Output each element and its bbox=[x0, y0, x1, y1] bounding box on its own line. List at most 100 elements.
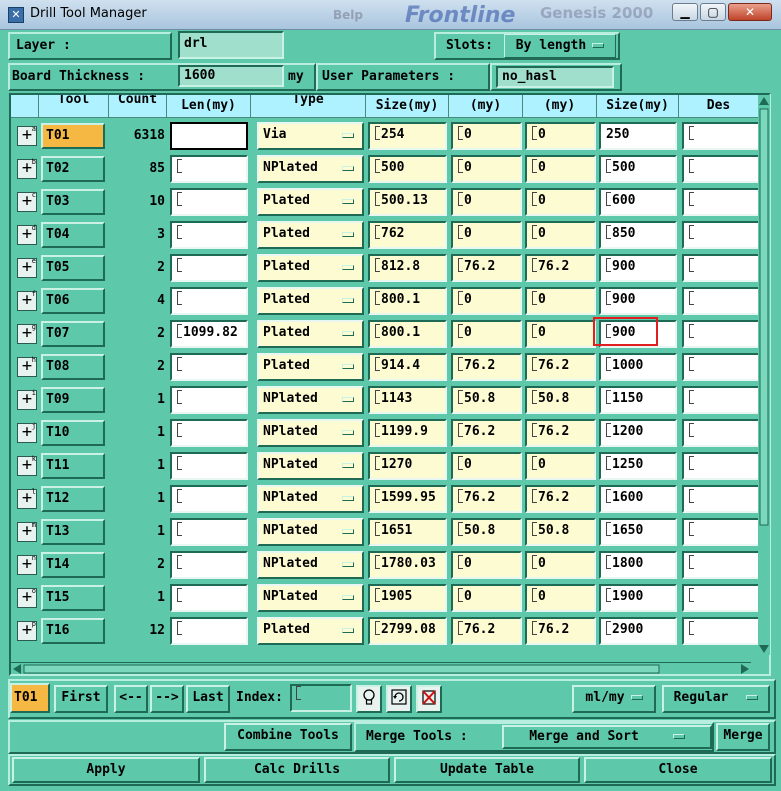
tol-minus-input[interactable]: 76.2 bbox=[525, 419, 596, 447]
des-input[interactable] bbox=[682, 518, 762, 546]
calc-drills-button[interactable]: Calc Drills bbox=[204, 757, 390, 783]
des-input[interactable] bbox=[682, 584, 762, 612]
finish-size-input[interactable]: 1200 bbox=[599, 419, 677, 447]
tol-plus-input[interactable]: 76.2 bbox=[451, 419, 522, 447]
finish-size-input[interactable]: 1800 bbox=[599, 551, 677, 579]
horizontal-scrollbar[interactable] bbox=[11, 662, 751, 674]
size-input[interactable]: 1199.9 bbox=[368, 419, 447, 447]
finish-size-input[interactable]: 1650 bbox=[599, 518, 677, 546]
tol-minus-input[interactable]: 0 bbox=[525, 155, 596, 183]
finish-size-input[interactable]: 1250 bbox=[599, 452, 677, 480]
size-input[interactable]: 1143 bbox=[368, 386, 447, 414]
des-input[interactable] bbox=[682, 551, 762, 579]
tol-minus-input[interactable]: 76.2 bbox=[525, 353, 596, 381]
tool-button[interactable]: T12 bbox=[41, 486, 105, 512]
size-input[interactable]: 1270 bbox=[368, 452, 447, 480]
tol-plus-input[interactable]: 0 bbox=[451, 551, 522, 579]
tool-button[interactable]: T16 bbox=[41, 618, 105, 644]
tol-plus-input[interactable]: 0 bbox=[451, 155, 522, 183]
tool-button[interactable]: T11 bbox=[41, 453, 105, 479]
finish-size-input[interactable]: 1150 bbox=[599, 386, 677, 414]
len-input[interactable]: 1099.82 bbox=[170, 320, 248, 348]
tool-button[interactable]: T10 bbox=[41, 420, 105, 446]
tol-plus-input[interactable]: 76.2 bbox=[451, 254, 522, 282]
size-input[interactable]: 1780.03 bbox=[368, 551, 447, 579]
mode-dropdown[interactable]: Regular bbox=[662, 685, 770, 713]
expand-icon[interactable]: + n bbox=[17, 554, 37, 575]
expand-icon[interactable]: + a bbox=[17, 125, 37, 146]
len-input[interactable] bbox=[170, 155, 248, 183]
tol-minus-input[interactable]: 76.2 bbox=[525, 254, 596, 282]
len-input[interactable] bbox=[170, 122, 248, 150]
des-input[interactable] bbox=[682, 155, 762, 183]
len-input[interactable] bbox=[170, 551, 248, 579]
type-dropdown[interactable]: NPlated bbox=[257, 584, 364, 612]
tol-plus-input[interactable]: 0 bbox=[451, 452, 522, 480]
type-dropdown[interactable]: Via bbox=[257, 122, 364, 150]
minimize-button[interactable]: ▁ bbox=[672, 3, 698, 21]
type-dropdown[interactable]: Plated bbox=[257, 188, 364, 216]
des-input[interactable] bbox=[682, 386, 762, 414]
size-input[interactable]: 1599.95 bbox=[368, 485, 447, 513]
des-input[interactable] bbox=[682, 221, 762, 249]
type-dropdown[interactable]: NPlated bbox=[257, 386, 364, 414]
tol-plus-input[interactable]: 76.2 bbox=[451, 353, 522, 381]
len-input[interactable] bbox=[170, 518, 248, 546]
expand-icon[interactable]: + b bbox=[17, 158, 37, 179]
refresh-icon[interactable] bbox=[386, 685, 412, 713]
tool-button[interactable]: T08 bbox=[41, 354, 105, 380]
delete-icon[interactable] bbox=[416, 685, 442, 713]
finish-size-input[interactable]: 900 bbox=[599, 320, 677, 348]
len-input[interactable] bbox=[170, 353, 248, 381]
tol-minus-input[interactable]: 50.8 bbox=[525, 386, 596, 414]
tool-button[interactable]: T15 bbox=[41, 585, 105, 611]
des-input[interactable] bbox=[682, 320, 762, 348]
expand-icon[interactable]: + e bbox=[17, 257, 37, 278]
prev-button[interactable]: <-- bbox=[114, 685, 148, 713]
bulb-icon[interactable] bbox=[356, 685, 382, 713]
user-params-field[interactable]: no_hasl bbox=[496, 66, 614, 88]
len-input[interactable] bbox=[170, 485, 248, 513]
des-input[interactable] bbox=[682, 419, 762, 447]
layer-field[interactable]: drl bbox=[178, 31, 284, 59]
size-input[interactable]: 1905 bbox=[368, 584, 447, 612]
apply-button[interactable]: Apply bbox=[12, 757, 200, 783]
des-input[interactable] bbox=[682, 617, 762, 645]
des-input[interactable] bbox=[682, 353, 762, 381]
index-field[interactable] bbox=[290, 684, 352, 712]
len-input[interactable] bbox=[170, 386, 248, 414]
tol-minus-input[interactable]: 76.2 bbox=[525, 617, 596, 645]
size-input[interactable]: 914.4 bbox=[368, 353, 447, 381]
expand-icon[interactable]: + i bbox=[17, 389, 37, 410]
len-input[interactable] bbox=[170, 419, 248, 447]
tol-minus-input[interactable]: 0 bbox=[525, 188, 596, 216]
tol-minus-input[interactable]: 76.2 bbox=[525, 485, 596, 513]
type-dropdown[interactable]: NPlated bbox=[257, 485, 364, 513]
thickness-field[interactable]: 1600 bbox=[178, 65, 284, 87]
tol-plus-input[interactable]: 0 bbox=[451, 188, 522, 216]
vertical-scrollbar[interactable] bbox=[758, 95, 770, 655]
tol-plus-input[interactable]: 50.8 bbox=[451, 386, 522, 414]
tool-button[interactable]: T04 bbox=[41, 222, 105, 248]
type-dropdown[interactable]: Plated bbox=[257, 287, 364, 315]
tol-plus-input[interactable]: 50.8 bbox=[451, 518, 522, 546]
type-dropdown[interactable]: NPlated bbox=[257, 452, 364, 480]
type-dropdown[interactable]: NPlated bbox=[257, 551, 364, 579]
close-button[interactable]: Close bbox=[584, 757, 772, 783]
len-input[interactable] bbox=[170, 452, 248, 480]
tol-minus-input[interactable]: 0 bbox=[525, 221, 596, 249]
size-input[interactable]: 1651 bbox=[368, 518, 447, 546]
finish-size-input[interactable]: 900 bbox=[599, 287, 677, 315]
expand-icon[interactable]: + m bbox=[17, 521, 37, 542]
finish-size-input[interactable]: 1600 bbox=[599, 485, 677, 513]
size-input[interactable]: 254 bbox=[368, 122, 447, 150]
type-dropdown[interactable]: NPlated bbox=[257, 419, 364, 447]
size-input[interactable]: 800.1 bbox=[368, 287, 447, 315]
expand-icon[interactable]: + k bbox=[17, 455, 37, 476]
update-table-button[interactable]: Update Table bbox=[394, 757, 580, 783]
tool-button[interactable]: T13 bbox=[41, 519, 105, 545]
len-input[interactable] bbox=[170, 584, 248, 612]
type-dropdown[interactable]: Plated bbox=[257, 221, 364, 249]
tol-plus-input[interactable]: 0 bbox=[451, 584, 522, 612]
tol-plus-input[interactable]: 0 bbox=[451, 287, 522, 315]
